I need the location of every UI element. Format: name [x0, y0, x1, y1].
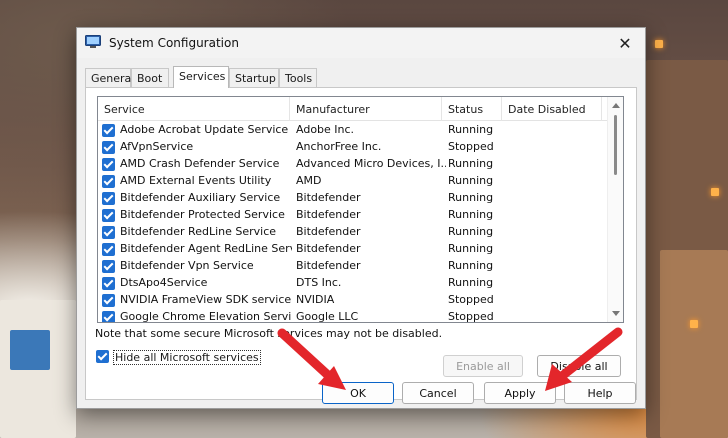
- services-panel: Service Manufacturer Status Date Disable…: [85, 87, 637, 400]
- tab-boot[interactable]: Boot: [131, 68, 169, 87]
- service-checkbox[interactable]: [102, 243, 115, 256]
- background-window-light: [690, 320, 698, 328]
- service-manufacturer: Advanced Micro Devices, I...: [296, 157, 446, 170]
- column-header-date-disabled[interactable]: Date Disabled: [502, 97, 602, 121]
- service-status: Running: [448, 225, 494, 238]
- table-row[interactable]: AMD External Events Utility AMD Running: [98, 173, 608, 190]
- system-configuration-dialog: System Configuration ✕ General Boot Serv…: [76, 27, 646, 409]
- background-building: [660, 250, 728, 438]
- service-name: Bitdefender Auxiliary Service: [120, 191, 281, 204]
- service-status: Running: [448, 276, 494, 289]
- service-manufacturer: NVIDIA: [296, 293, 335, 306]
- service-checkbox[interactable]: [102, 175, 115, 188]
- table-row[interactable]: Bitdefender Vpn Service Bitdefender Runnin…: [98, 258, 608, 275]
- service-status: Running: [448, 208, 494, 221]
- table-row[interactable]: NVIDIA FrameView SDK service NVIDIA Stoppe…: [98, 292, 608, 309]
- column-header-service[interactable]: Service: [98, 97, 290, 121]
- service-checkbox[interactable]: [102, 226, 115, 239]
- service-status: Stopped: [448, 310, 494, 323]
- background-window-light: [655, 40, 663, 48]
- tab-general[interactable]: General: [85, 68, 134, 87]
- table-row[interactable]: Bitdefender Agent RedLine Service Bitdefe…: [98, 241, 608, 258]
- background-building: [10, 330, 50, 370]
- services-list[interactable]: Service Manufacturer Status Date Disable…: [97, 96, 624, 323]
- service-name: Bitdefender Protected Service: [120, 208, 285, 221]
- service-checkbox[interactable]: [102, 277, 115, 290]
- hide-ms-services-label[interactable]: Hide all Microsoft services: [113, 350, 261, 365]
- table-row[interactable]: Bitdefender Protected Service Bitdefender…: [98, 207, 608, 224]
- help-button[interactable]: Help: [564, 382, 636, 404]
- service-status: Running: [448, 259, 494, 272]
- service-checkbox[interactable]: [102, 124, 115, 137]
- service-manufacturer: Bitdefender: [296, 259, 361, 272]
- service-checkbox[interactable]: [102, 141, 115, 154]
- apply-button[interactable]: Apply: [484, 382, 556, 404]
- service-manufacturer: Adobe Inc.: [296, 123, 355, 136]
- table-row[interactable]: AMD Crash Defender Service Advanced Micro…: [98, 156, 608, 173]
- list-header: Service Manufacturer Status Date Disable…: [98, 97, 608, 121]
- service-name: AMD Crash Defender Service: [120, 157, 280, 170]
- service-status: Running: [448, 242, 494, 255]
- vertical-scrollbar[interactable]: [607, 97, 623, 322]
- table-row[interactable]: DtsApo4Service DTS Inc. Running: [98, 275, 608, 292]
- tab-startup[interactable]: Startup: [229, 68, 279, 87]
- service-manufacturer: Bitdefender: [296, 191, 361, 204]
- tab-tools[interactable]: Tools: [279, 68, 317, 87]
- service-checkbox[interactable]: [102, 192, 115, 205]
- service-name: Bitdefender Agent RedLine Service: [120, 242, 292, 255]
- service-manufacturer: AMD: [296, 174, 322, 187]
- list-body: Adobe Acrobat Update Service Adobe Inc. Ru…: [98, 122, 608, 323]
- service-name: NVIDIA FrameView SDK service: [120, 293, 292, 306]
- table-row[interactable]: Google Chrome Elevation Servic... Google …: [98, 309, 608, 323]
- service-name: DtsApo4Service: [120, 276, 208, 289]
- service-status: Stopped: [448, 140, 494, 153]
- service-status: Running: [448, 191, 494, 204]
- service-checkbox[interactable]: [102, 311, 115, 322]
- service-manufacturer: Bitdefender: [296, 242, 361, 255]
- close-icon: ✕: [618, 33, 632, 53]
- scroll-up-icon[interactable]: [612, 103, 620, 108]
- table-row[interactable]: AfVpnService AnchorFree Inc. Stopped: [98, 139, 608, 156]
- service-name: Google Chrome Elevation Servic...: [120, 310, 292, 323]
- service-name: AMD External Events Utility: [120, 174, 272, 187]
- service-name: Bitdefender RedLine Service: [120, 225, 277, 238]
- enable-all-button[interactable]: Enable all: [443, 355, 523, 377]
- service-status: Running: [448, 174, 494, 187]
- service-name: AfVpnService: [120, 140, 194, 153]
- service-status: Stopped: [448, 293, 494, 306]
- disable-all-button[interactable]: Disable all: [537, 355, 621, 377]
- column-header-status[interactable]: Status: [442, 97, 502, 121]
- column-header-manufacturer[interactable]: Manufacturer: [290, 97, 442, 121]
- service-manufacturer: Bitdefender: [296, 225, 361, 238]
- background-window-light: [711, 188, 719, 196]
- table-row[interactable]: Bitdefender RedLine Service Bitdefender Ru…: [98, 224, 608, 241]
- title-bar: System Configuration ✕: [77, 28, 645, 58]
- cancel-button[interactable]: Cancel: [402, 382, 474, 404]
- monitor-icon: [85, 35, 101, 48]
- window-title: System Configuration: [109, 36, 239, 50]
- scroll-down-icon[interactable]: [612, 311, 620, 316]
- service-manufacturer: DTS Inc.: [296, 276, 342, 289]
- service-name: Adobe Acrobat Update Service: [120, 123, 289, 136]
- service-checkbox[interactable]: [102, 294, 115, 307]
- service-manufacturer: AnchorFree Inc.: [296, 140, 382, 153]
- scroll-thumb[interactable]: [614, 115, 617, 175]
- service-checkbox[interactable]: [102, 260, 115, 273]
- service-manufacturer: Bitdefender: [296, 208, 361, 221]
- ok-button[interactable]: OK: [322, 382, 394, 404]
- service-name: Bitdefender Vpn Service: [120, 259, 254, 272]
- close-button[interactable]: ✕: [605, 28, 645, 58]
- service-status: Running: [448, 123, 494, 136]
- tab-services[interactable]: Services: [173, 66, 229, 88]
- service-manufacturer: Google LLC: [296, 310, 359, 323]
- secure-services-note: Note that some secure Microsoft services…: [95, 327, 443, 340]
- checkbox-checked-icon[interactable]: [96, 350, 109, 363]
- service-checkbox[interactable]: [102, 209, 115, 222]
- service-checkbox[interactable]: [102, 158, 115, 171]
- table-row[interactable]: Bitdefender Auxiliary Service Bitdefender…: [98, 190, 608, 207]
- table-row[interactable]: Adobe Acrobat Update Service Adobe Inc. Ru…: [98, 122, 608, 139]
- service-status: Running: [448, 157, 494, 170]
